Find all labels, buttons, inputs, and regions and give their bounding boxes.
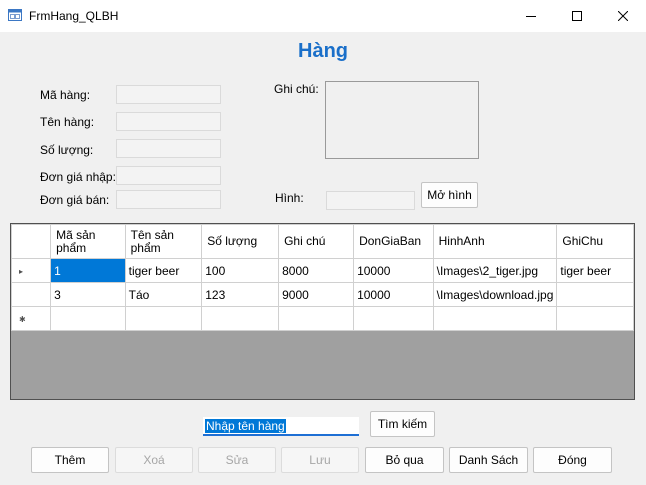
table-cell[interactable] [278, 306, 355, 331]
don-gia-nhap-label: Đơn giá nhập: [40, 170, 116, 184]
ma-hang-input[interactable] [116, 85, 221, 104]
list-button[interactable]: Danh Sách [449, 447, 528, 473]
so-luong-input[interactable] [116, 139, 221, 158]
grid-table: Mã sản phẩm Tên sản phẩm Số lượng Ghi chú … [11, 224, 634, 331]
table-cell[interactable]: 9000 [278, 282, 355, 307]
current-row-arrow-icon: ▸ [19, 267, 24, 276]
table-row[interactable]: 3 Táo 123 9000 10000 \Images\download.jp… [11, 282, 634, 307]
col-header-label: Mã sản phẩm [56, 227, 96, 255]
so-luong-label: Số lượng: [40, 143, 94, 157]
table-cell[interactable]: Táo [124, 282, 203, 307]
close-button[interactable] [600, 0, 646, 32]
table-cell[interactable] [432, 306, 558, 331]
col-header-ten-san-pham[interactable]: Tên sản phẩm [124, 224, 203, 259]
col-header-label: DonGiaBan [359, 234, 422, 248]
row-header[interactable] [11, 282, 52, 307]
table-cell[interactable]: tiger beer [556, 258, 634, 283]
table-cell[interactable] [556, 306, 634, 331]
maximize-icon [572, 11, 582, 21]
page-title: Hàng [298, 40, 348, 62]
save-button[interactable]: Lưu [281, 447, 359, 473]
search-button[interactable]: Tìm kiếm [370, 411, 435, 437]
ghi-chu-label: Ghi chú: [274, 82, 319, 96]
table-cell[interactable] [353, 306, 434, 331]
col-header-so-luong[interactable]: Số lượng [201, 224, 280, 259]
table-cell[interactable]: 3 [50, 282, 126, 307]
title-bar: FrmHang_QLBH [0, 0, 646, 32]
col-header-label: Số lượng [207, 234, 258, 248]
row-header[interactable]: ▸ [11, 258, 52, 283]
hinh-label: Hình: [275, 191, 304, 205]
table-cell[interactable]: \Images\2_tiger.jpg [432, 258, 558, 283]
row-header[interactable]: ✱ [11, 306, 52, 331]
col-header-label: Tên sản phẩm [130, 227, 174, 255]
col-header-label: Ghi chú [284, 234, 326, 248]
minimize-icon [526, 16, 536, 17]
col-header-label: GhiChu [562, 234, 604, 248]
table-row[interactable]: ▸ 1 tiger beer 100 8000 10000 \Images\2_… [11, 258, 634, 283]
row-header-corner[interactable] [11, 224, 52, 259]
don-gia-ban-input[interactable] [116, 190, 221, 209]
col-header-label: HinhAnh [438, 234, 485, 248]
add-button[interactable]: Thêm [31, 447, 109, 473]
ma-hang-label: Mã hàng: [40, 88, 91, 102]
maximize-button[interactable] [554, 0, 600, 32]
search-input[interactable] [203, 417, 359, 436]
col-header-ghichu[interactable]: GhiChu [556, 224, 634, 259]
close-icon [618, 11, 628, 21]
new-row[interactable]: ✱ [11, 306, 634, 331]
minimize-button[interactable] [508, 0, 554, 32]
delete-button[interactable]: Xoá [115, 447, 193, 473]
ghi-chu-textarea[interactable] [325, 81, 479, 159]
table-cell[interactable]: 100 [201, 258, 280, 283]
skip-button[interactable]: Bỏ qua [365, 447, 444, 473]
table-cell[interactable] [50, 306, 126, 331]
hinh-picturebox [326, 191, 415, 210]
table-cell[interactable]: 123 [201, 282, 280, 307]
col-header-ma-san-pham[interactable]: Mã sản phẩm [50, 224, 126, 259]
grid-header-row: Mã sản phẩm Tên sản phẩm Số lượng Ghi chú … [11, 224, 634, 259]
edit-button[interactable]: Sửa [198, 447, 276, 473]
table-cell[interactable]: \Images\download.jpg [432, 282, 558, 307]
products-datagrid[interactable]: Mã sản phẩm Tên sản phẩm Số lượng Ghi chú … [10, 223, 635, 400]
table-cell[interactable] [201, 306, 280, 331]
table-cell[interactable]: 10000 [353, 282, 434, 307]
window-title: FrmHang_QLBH [29, 9, 119, 23]
new-row-asterisk-icon: ✱ [19, 315, 26, 324]
app-window: FrmHang_QLBH Hàng Mã hàng: Tên hàng: Số … [0, 0, 646, 485]
app-form-icon [8, 8, 22, 22]
don-gia-ban-label: Đơn giá bán: [40, 193, 110, 207]
ten-hang-label: Tên hàng: [40, 115, 95, 129]
close-form-button[interactable]: Đóng [533, 447, 612, 473]
table-cell[interactable]: 1 [50, 258, 126, 283]
table-cell[interactable]: 8000 [278, 258, 355, 283]
ten-hang-input[interactable] [116, 112, 221, 131]
col-header-hinh-anh[interactable]: HinhAnh [432, 224, 558, 259]
table-cell[interactable]: tiger beer [124, 258, 203, 283]
col-header-ghi-chu[interactable]: Ghi chú [278, 224, 355, 259]
table-cell[interactable]: 10000 [353, 258, 434, 283]
table-cell[interactable] [556, 282, 634, 307]
col-header-don-gia-ban[interactable]: DonGiaBan [353, 224, 434, 259]
mo-hinh-button[interactable]: Mở hình [421, 182, 478, 208]
don-gia-nhap-input[interactable] [116, 166, 221, 185]
table-cell[interactable] [124, 306, 203, 331]
